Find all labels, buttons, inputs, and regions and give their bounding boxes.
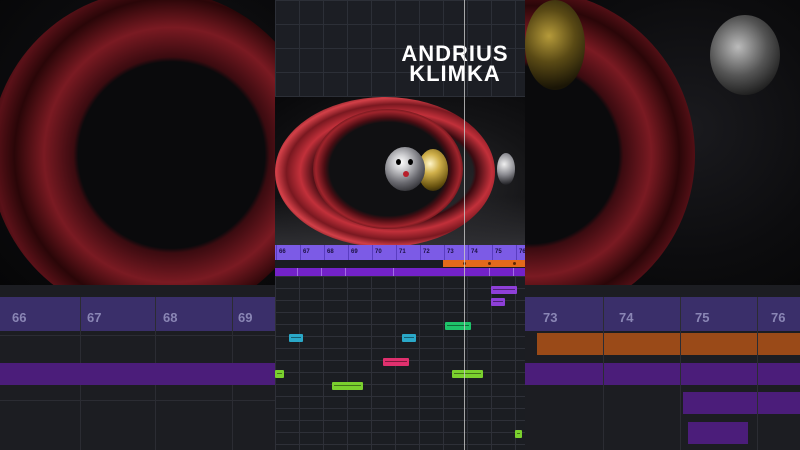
clip-divider (393, 268, 394, 276)
playhead[interactable] (464, 0, 465, 450)
clip-divider (345, 268, 346, 276)
backdrop-orange-clip (537, 333, 800, 355)
bar-number: 75 (495, 249, 502, 255)
bar-tick (396, 245, 397, 260)
bar-number: 71 (399, 249, 406, 255)
bar-tick (300, 245, 301, 260)
ball-eye (408, 159, 413, 165)
bar-number: 72 (423, 249, 430, 255)
channel-logo: ANDRIUS KLIMKA (385, 43, 525, 86)
bar-tick (420, 245, 421, 260)
backdrop-bar-number: 69 (238, 310, 253, 325)
midi-note[interactable] (332, 382, 364, 390)
ball-eye (396, 159, 401, 165)
backdrop-bar-number: 67 (87, 310, 102, 325)
bar-tick (492, 245, 493, 260)
bar-number: 73 (447, 249, 454, 255)
timeline-ruler[interactable]: 66 67 68 69 70 71 72 73 74 75 76 (275, 245, 525, 260)
bar-tick (468, 245, 469, 260)
midi-note[interactable] (275, 370, 285, 378)
backdrop-bar-number: 74 (619, 310, 634, 325)
midi-note[interactable] (289, 334, 304, 342)
backdrop-ruler: 66 67 68 69 (0, 297, 275, 331)
backdrop-ruler: 73 74 75 76 (525, 297, 800, 331)
midi-note[interactable] (490, 298, 505, 306)
backdrop-ring (0, 0, 275, 320)
chrome-ball (497, 153, 515, 185)
ball-mouth (403, 171, 409, 177)
backdrop-bar-number: 66 (12, 310, 27, 325)
backdrop-gold-ball (525, 0, 585, 90)
midi-note[interactable] (401, 334, 417, 342)
grid-line (0, 400, 275, 401)
bar-tick (516, 245, 517, 260)
clip-divider (513, 268, 514, 276)
bar-tick (348, 245, 349, 260)
silver-ball (385, 147, 425, 191)
midi-note[interactable] (514, 430, 522, 438)
backdrop-purple-note (688, 422, 748, 444)
grid-line (680, 297, 681, 450)
grid-line (757, 297, 758, 450)
bar-number: 74 (471, 249, 478, 255)
midi-note[interactable] (452, 370, 484, 378)
backdrop-left: 66 67 68 69 (0, 0, 275, 450)
backdrop-bar-number: 68 (163, 310, 178, 325)
piano-roll[interactable] (275, 276, 525, 450)
backdrop-purple-clip (0, 363, 275, 385)
backdrop-purple-note (683, 392, 800, 414)
grid-line (0, 335, 275, 336)
midi-note[interactable] (382, 358, 409, 366)
bar-number: 70 (375, 249, 382, 255)
video-render (275, 97, 525, 245)
bar-tick (372, 245, 373, 260)
backdrop-purple-clip (525, 363, 800, 385)
backdrop-bar-number: 75 (695, 310, 710, 325)
backdrop-chrome-ball (710, 15, 780, 95)
main-panel: ANDRIUS KLIMKA 66 67 68 69 70 71 72 73 74 75 76 (275, 0, 525, 450)
bar-number: 68 (327, 249, 334, 255)
bar-tick (324, 245, 325, 260)
backdrop-bar-number: 76 (771, 310, 786, 325)
bar-tick (444, 245, 445, 260)
bar-tick (276, 245, 277, 260)
midi-note[interactable] (490, 286, 517, 294)
backdrop-scene (525, 0, 800, 320)
logo-line-2: KLIMKA (409, 61, 501, 86)
backdrop-bar-number: 73 (543, 310, 558, 325)
clip-marker (513, 262, 516, 265)
bar-number: 76 (519, 249, 525, 255)
bar-number: 69 (351, 249, 358, 255)
clip-divider (489, 268, 490, 276)
bar-number: 66 (279, 249, 286, 255)
clip-divider (297, 268, 298, 276)
grid-line (603, 297, 604, 450)
clip-marker (488, 262, 491, 265)
midi-note[interactable] (445, 322, 472, 330)
backdrop-right: 73 74 75 76 (525, 0, 800, 450)
orange-clip[interactable] (443, 260, 525, 267)
clip-divider (321, 268, 322, 276)
purple-clip[interactable] (275, 268, 525, 276)
bar-number: 67 (303, 249, 310, 255)
backdrop-scene (0, 0, 275, 320)
